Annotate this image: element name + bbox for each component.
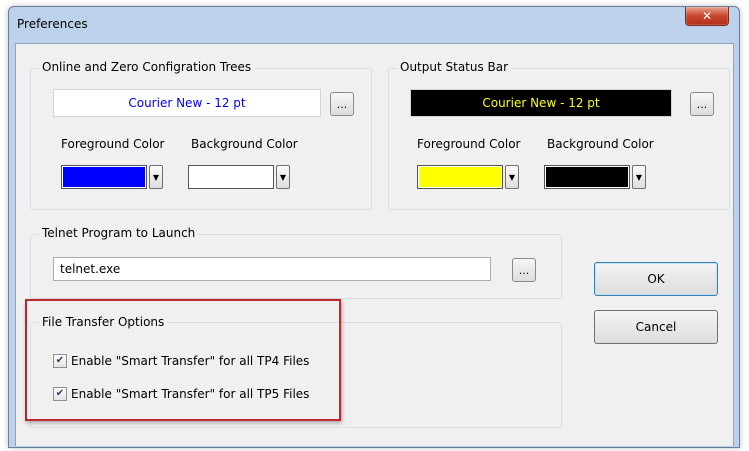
status-background-select[interactable]: ▼ — [544, 165, 646, 189]
trees-foreground-label: Foreground Color — [61, 137, 165, 151]
highlight-box — [25, 299, 341, 421]
telnet-program-input[interactable]: telnet.exe — [53, 257, 491, 281]
cancel-button[interactable]: Cancel — [594, 310, 718, 344]
ellipsis-icon: ... — [696, 97, 708, 111]
close-button[interactable]: ✕ — [685, 7, 729, 26]
telnet-browse-button[interactable]: ... — [512, 258, 536, 282]
title-bar[interactable]: Preferences ✕ — [9, 7, 739, 43]
trees-background-swatch — [188, 165, 274, 189]
status-foreground-select[interactable]: ▼ — [417, 165, 519, 189]
chevron-down-icon[interactable]: ▼ — [276, 165, 290, 189]
trees-font-preview: Courier New - 12 pt — [53, 89, 321, 117]
chevron-down-icon[interactable]: ▼ — [632, 165, 646, 189]
ellipsis-icon: ... — [336, 97, 348, 111]
chevron-down-icon[interactable]: ▼ — [149, 165, 163, 189]
trees-font-button[interactable]: ... — [330, 92, 354, 116]
trees-foreground-select[interactable]: ▼ — [61, 165, 163, 189]
status-font-text: Courier New - 12 pt — [482, 96, 600, 110]
dialog-title: Preferences — [17, 17, 88, 31]
ellipsis-icon: ... — [518, 263, 530, 277]
chevron-down-icon[interactable]: ▼ — [505, 165, 519, 189]
telnet-group-label: Telnet Program to Launch — [39, 226, 199, 240]
ok-button[interactable]: OK — [594, 262, 718, 296]
trees-group-label: Online and Zero Configration Trees — [39, 60, 255, 74]
close-icon: ✕ — [701, 9, 713, 23]
status-foreground-label: Foreground Color — [417, 137, 521, 151]
status-font-preview: Courier New - 12 pt — [410, 89, 672, 117]
status-font-button[interactable]: ... — [690, 92, 714, 116]
status-background-swatch — [544, 165, 630, 189]
trees-font-text: Courier New - 12 pt — [128, 96, 246, 110]
status-group-label: Output Status Bar — [397, 60, 512, 74]
trees-background-label: Background Color — [191, 137, 298, 151]
trees-foreground-swatch — [61, 165, 147, 189]
status-foreground-swatch — [417, 165, 503, 189]
status-background-label: Background Color — [547, 137, 654, 151]
trees-background-select[interactable]: ▼ — [188, 165, 290, 189]
